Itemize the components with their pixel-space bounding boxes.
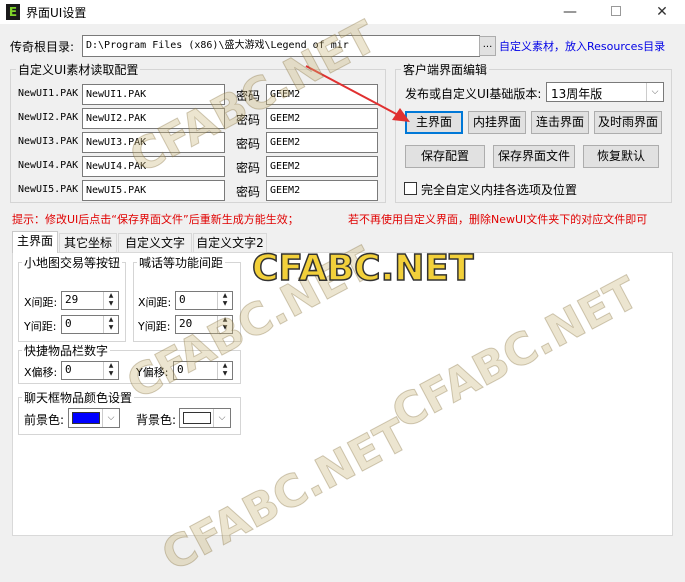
app-icon: E bbox=[6, 4, 20, 20]
watermark-main: CFABC.NET bbox=[251, 247, 474, 290]
chat-spacing-group-title: 喊话等功能间距 bbox=[137, 254, 226, 271]
chevron-down-icon: ⌵ bbox=[102, 409, 119, 427]
tab-custom-text[interactable]: 自定义文字 bbox=[118, 233, 192, 252]
base-version-select[interactable]: 13周年版 ⌵ bbox=[546, 82, 664, 102]
password-label: 密码 bbox=[236, 113, 261, 127]
pak-file-input[interactable]: NewUI5.PAK bbox=[82, 180, 225, 201]
pak-file-input[interactable]: NewUI3.PAK bbox=[82, 132, 225, 153]
close-button[interactable]: ✕ bbox=[639, 0, 685, 24]
minimap-x-label: X间距: bbox=[24, 296, 58, 309]
password-input[interactable]: GEEM2 bbox=[266, 180, 378, 201]
pak-file-input[interactable]: NewUI2.PAK bbox=[82, 108, 225, 129]
chevron-down-icon: ⌵ bbox=[646, 83, 663, 101]
hotbar-x-value: 0 bbox=[65, 363, 72, 376]
timely-rain-ui-button[interactable]: 及时雨界面 bbox=[594, 111, 662, 134]
background-color-label: 背景色: bbox=[136, 413, 177, 427]
pak-row-label: NewUI4.PAK bbox=[18, 160, 79, 171]
save-config-button[interactable]: 保存配置 bbox=[405, 145, 485, 168]
tip-left: 提示：修改UI后点击“保存界面文件”后重新生成方能生效； bbox=[12, 213, 299, 226]
chat-y-label: Y间距: bbox=[138, 320, 171, 333]
close-icon: ✕ bbox=[656, 4, 668, 20]
foreground-color-select[interactable]: ⌵ bbox=[68, 408, 120, 428]
password-input[interactable]: GEEM2 bbox=[266, 156, 378, 177]
minimap-x-value: 29 bbox=[65, 293, 79, 306]
password-input[interactable]: GEEM2 bbox=[266, 132, 378, 153]
full-custom-label: 完全自定义内挂各选项及位置 bbox=[421, 183, 578, 197]
title-bar: E 界面UI设置 — ✕ bbox=[0, 0, 685, 24]
chat-item-color-group-title: 聊天框物品颜色设置 bbox=[22, 389, 135, 406]
foreground-color-swatch bbox=[72, 412, 100, 424]
password-label: 密码 bbox=[236, 89, 261, 103]
chat-y-value: 20 bbox=[179, 317, 193, 330]
window-title: 界面UI设置 bbox=[26, 6, 87, 20]
password-label: 密码 bbox=[236, 161, 261, 175]
pak-row-label: NewUI1.PAK bbox=[18, 88, 79, 99]
ui-material-group-title: 自定义UI素材读取配置 bbox=[16, 61, 141, 78]
restore-default-button[interactable]: 恢复默认 bbox=[583, 145, 659, 168]
spinner-arrows-icon[interactable]: ▲ ▼ bbox=[217, 362, 232, 379]
spinner-arrows-icon[interactable]: ▲ ▼ bbox=[217, 292, 232, 309]
spinner-arrows-icon[interactable]: ▲ ▼ bbox=[103, 316, 118, 333]
background-color-swatch bbox=[183, 412, 211, 424]
tip-right: 若不再使用自定义界面，删除NewUI文件夹下的对应文件即可 bbox=[348, 213, 648, 226]
spinner-arrows-icon[interactable]: ▲ ▼ bbox=[103, 292, 118, 309]
hotbar-digits-group-title: 快捷物品栏数字 bbox=[22, 342, 111, 359]
combo-ui-button[interactable]: 连击界面 bbox=[531, 111, 589, 134]
chevron-down-icon: ⌵ bbox=[213, 409, 230, 427]
hotbar-y-label: Y偏移: bbox=[136, 366, 169, 379]
chat-x-value: 0 bbox=[179, 293, 186, 306]
hotbar-y-value: 0 bbox=[177, 363, 184, 376]
maximize-icon bbox=[611, 6, 621, 16]
tab-other-coords[interactable]: 其它坐标 bbox=[59, 233, 117, 252]
chat-y-spinner[interactable]: 20 ▲ ▼ bbox=[175, 315, 233, 334]
minimap-x-spinner[interactable]: 29 ▲ ▼ bbox=[61, 291, 119, 310]
password-label: 密码 bbox=[236, 185, 261, 199]
minimap-y-label: Y间距: bbox=[24, 320, 57, 333]
root-dir-input[interactable]: D:\Program Files (x86)\盛大游戏\Legend of mi… bbox=[82, 35, 480, 57]
minimap-buttons-group-title: 小地图交易等按钮 bbox=[22, 254, 123, 271]
foreground-color-label: 前景色: bbox=[24, 413, 65, 427]
full-custom-checkbox[interactable] bbox=[404, 182, 417, 195]
pak-row-label: NewUI5.PAK bbox=[18, 184, 79, 195]
minimap-y-spinner[interactable]: 0 ▲ ▼ bbox=[61, 315, 119, 334]
tab-main-ui[interactable]: 主界面 bbox=[12, 231, 58, 253]
hotbar-x-spinner[interactable]: 0 ▲ ▼ bbox=[61, 361, 119, 380]
annotation-arrow bbox=[305, 65, 410, 122]
minimize-button[interactable]: — bbox=[547, 0, 593, 24]
maximize-button[interactable] bbox=[593, 0, 639, 24]
spinner-arrows-icon[interactable]: ▲ ▼ bbox=[103, 362, 118, 379]
chat-x-label: X间距: bbox=[138, 296, 172, 309]
internal-hook-ui-button[interactable]: 内挂界面 bbox=[468, 111, 526, 134]
pak-row-label: NewUI3.PAK bbox=[18, 136, 79, 147]
background-color-select[interactable]: ⌵ bbox=[179, 408, 231, 428]
pak-file-input[interactable]: NewUI4.PAK bbox=[82, 156, 225, 177]
minimap-y-value: 0 bbox=[65, 317, 72, 330]
spinner-arrows-icon[interactable]: ▲ ▼ bbox=[217, 316, 232, 333]
minimize-icon: — bbox=[563, 4, 577, 20]
base-version-label: 发布或自定义UI基础版本: bbox=[405, 87, 542, 101]
pak-row-label: NewUI2.PAK bbox=[18, 112, 79, 123]
pak-file-input[interactable]: NewUI1.PAK bbox=[82, 84, 225, 105]
hotbar-y-spinner[interactable]: 0 ▲ ▼ bbox=[173, 361, 233, 380]
base-version-value: 13周年版 bbox=[551, 87, 603, 101]
save-ui-file-button[interactable]: 保存界面文件 bbox=[493, 145, 575, 168]
resources-link[interactable]: 自定义素材，放入Resources目录 bbox=[499, 38, 665, 54]
hotbar-x-label: X偏移: bbox=[24, 366, 58, 379]
root-dir-label: 传奇根目录: bbox=[10, 40, 75, 54]
browse-button[interactable]: ... bbox=[479, 36, 496, 56]
chat-x-spinner[interactable]: 0 ▲ ▼ bbox=[175, 291, 233, 310]
password-label: 密码 bbox=[236, 137, 261, 151]
